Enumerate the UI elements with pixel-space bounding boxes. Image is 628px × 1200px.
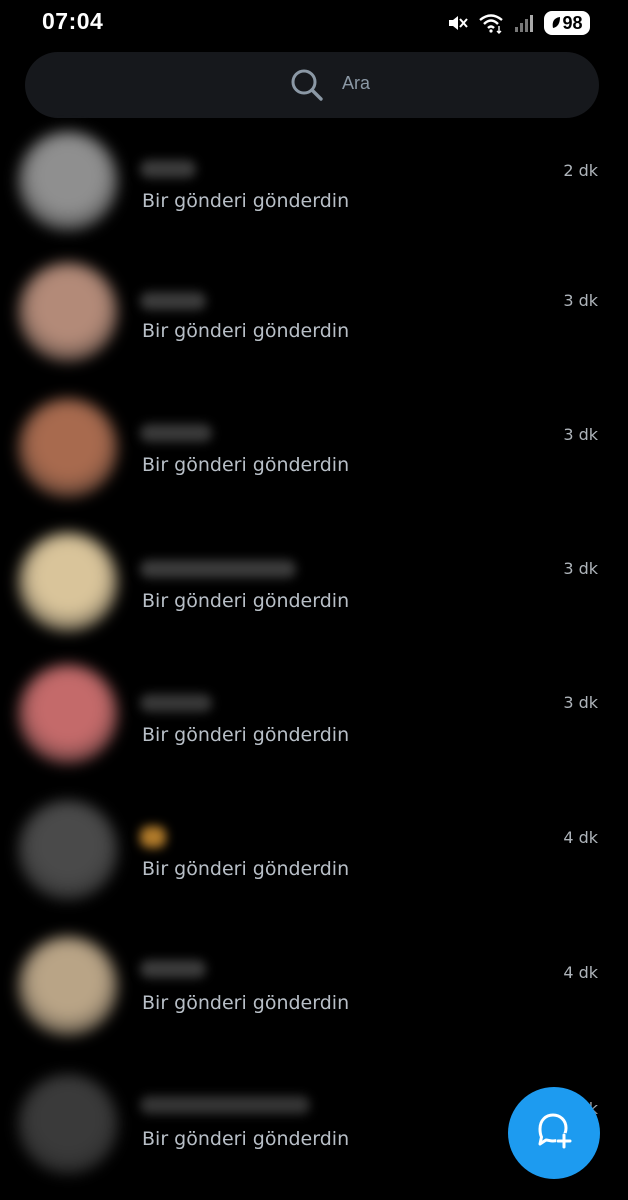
message-snippet: Bir gönderi gönderdin	[142, 724, 350, 746]
message-time: 3 dk	[563, 559, 598, 578]
conversation-name	[140, 424, 212, 442]
search-icon	[289, 67, 325, 107]
avatar	[18, 532, 118, 632]
message-time: 3 dk	[563, 693, 598, 712]
message-snippet: Bir gönderi gönderdin	[142, 1128, 350, 1150]
battery-leaf-icon	[553, 17, 561, 28]
conversation-name	[140, 826, 166, 848]
message-time: 3 dk	[563, 425, 598, 444]
avatar	[18, 262, 118, 362]
avatar	[18, 398, 118, 498]
wifi-icon	[478, 12, 504, 34]
message-snippet: Bir gönderi gönderdin	[142, 454, 350, 476]
avatar	[18, 131, 118, 231]
message-time: 4 dk	[563, 963, 598, 982]
message-time: 2 dk	[563, 161, 598, 180]
avatar	[18, 936, 118, 1036]
signal-icon	[514, 13, 534, 33]
message-snippet: Bir gönderi gönderdin	[142, 190, 350, 212]
message-time: 3 dk	[563, 291, 598, 310]
status-time: 07:04	[42, 8, 104, 34]
mute-icon	[446, 12, 468, 34]
conversation-name	[140, 292, 206, 310]
conversation-item[interactable]: Bir gönderi gönderdin 3 dk	[0, 520, 628, 654]
conversation-item[interactable]: Bir gönderi gönderdin 3 dk	[0, 654, 628, 788]
message-snippet: Bir gönderi gönderdin	[142, 590, 350, 612]
status-bar: 07:04 98	[0, 0, 628, 46]
message-time: 4 dk	[563, 828, 598, 847]
conversation-name	[140, 160, 196, 178]
conversation-item[interactable]: Bir gönderi gönderdin 4 dk	[0, 788, 628, 922]
new-message-button[interactable]	[508, 1087, 600, 1179]
avatar	[18, 1074, 118, 1174]
conversation-name	[140, 960, 206, 978]
message-snippet: Bir gönderi gönderdin	[142, 858, 350, 880]
search-placeholder: Ara	[342, 73, 371, 93]
new-message-icon	[532, 1109, 576, 1157]
avatar	[18, 800, 118, 900]
message-snippet: Bir gönderi gönderdin	[142, 992, 350, 1014]
status-icons: 98	[446, 10, 590, 36]
battery-indicator: 98	[544, 11, 590, 35]
conversation-name	[140, 560, 296, 578]
conversation-item[interactable]: Bir gönderi gönderdin 2 dk	[0, 118, 628, 252]
conversation-item[interactable]: Bir gönderi gönderdin 3 dk	[0, 252, 628, 386]
conversation-item[interactable]: Bir gönderi gönderdin 3 dk	[0, 386, 628, 520]
conversation-name	[140, 1096, 310, 1114]
avatar	[18, 664, 118, 764]
message-snippet: Bir gönderi gönderdin	[142, 320, 350, 342]
battery-level: 98	[562, 12, 583, 33]
search-bar[interactable]: Ara	[25, 52, 599, 118]
conversation-name	[140, 694, 212, 712]
conversation-item[interactable]: Bir gönderi gönderdin 4 dk	[0, 922, 628, 1056]
messages-screen: 07:04 98 Ara Bir gönderi gönderdin 2 dk …	[0, 0, 628, 1200]
